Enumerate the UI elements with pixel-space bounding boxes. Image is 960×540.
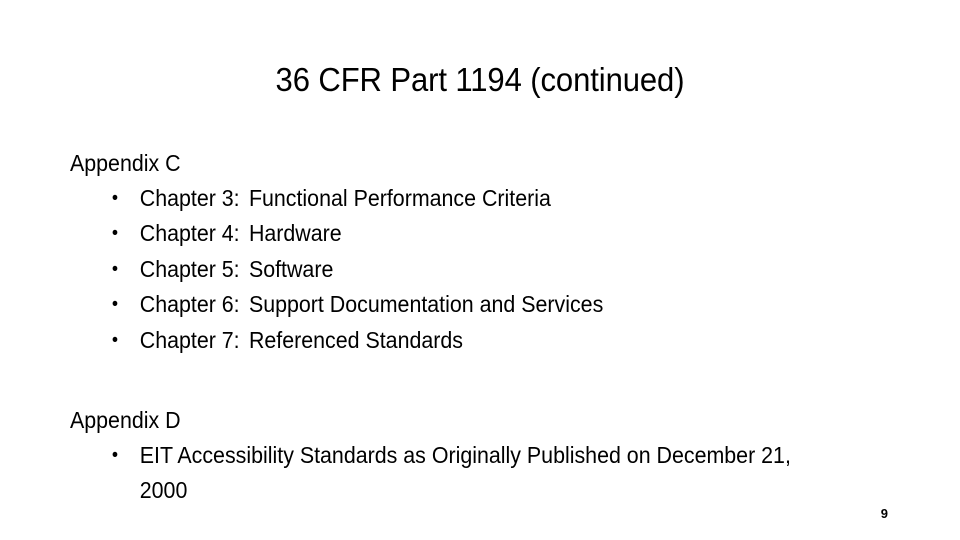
bullet-icon: • — [111, 258, 119, 280]
bullet-icon: • — [111, 294, 119, 316]
list-item: • Chapter 7: Referenced Standards — [70, 323, 833, 358]
list-item: • Chapter 4: Hardware — [70, 216, 833, 251]
bullet-icon: • — [111, 223, 119, 245]
appendix-d-bullet-list: • EIT Accessibility Standards as Origina… — [70, 438, 900, 509]
chapter-text: Support Documentation and Services — [248, 291, 604, 318]
appendix-d-section: Appendix D • EIT Accessibility Standards… — [70, 403, 900, 509]
bullet-icon: • — [111, 188, 119, 209]
bullet-icon: • — [111, 329, 119, 351]
list-item: • Chapter 5: Software — [70, 252, 833, 287]
chapter-label: Chapter 7: — [139, 326, 240, 353]
list-item: • EIT Accessibility Standards as Origina… — [70, 438, 842, 509]
chapter-label: Chapter 4: — [139, 220, 240, 247]
appendix-c-bullet-list: • Chapter 3: Functional Performance Crite… — [70, 181, 890, 358]
appendix-c-heading: Appendix C — [70, 150, 181, 176]
slide-canvas: 36 CFR Part 1194 (continued) Appendix C … — [0, 0, 960, 540]
page-number: 9 — [880, 506, 888, 521]
chapter-text: Referenced Standards — [248, 326, 463, 353]
bullet-icon: • — [111, 445, 119, 466]
list-item: • Chapter 3: Functional Performance Crite… — [70, 181, 833, 216]
page-title: 36 CFR Part 1194 (continued) — [275, 61, 685, 98]
list-item: • Chapter 6: Support Documentation and Se… — [70, 287, 833, 322]
chapter-label: Chapter 5: — [139, 255, 240, 282]
chapter-text: EIT Accessibility Standards as Originall… — [139, 442, 791, 504]
chapter-text: Software — [248, 255, 334, 282]
chapter-text: Hardware — [248, 220, 342, 247]
chapter-label: Chapter 6: — [139, 291, 240, 318]
chapter-text: Functional Performance Criteria — [248, 185, 551, 211]
chapter-label: Chapter 3: — [139, 185, 240, 211]
appendix-d-heading: Appendix D — [70, 407, 181, 433]
appendix-c-section: Appendix C • Chapter 3: Functional Perfor… — [70, 146, 890, 358]
